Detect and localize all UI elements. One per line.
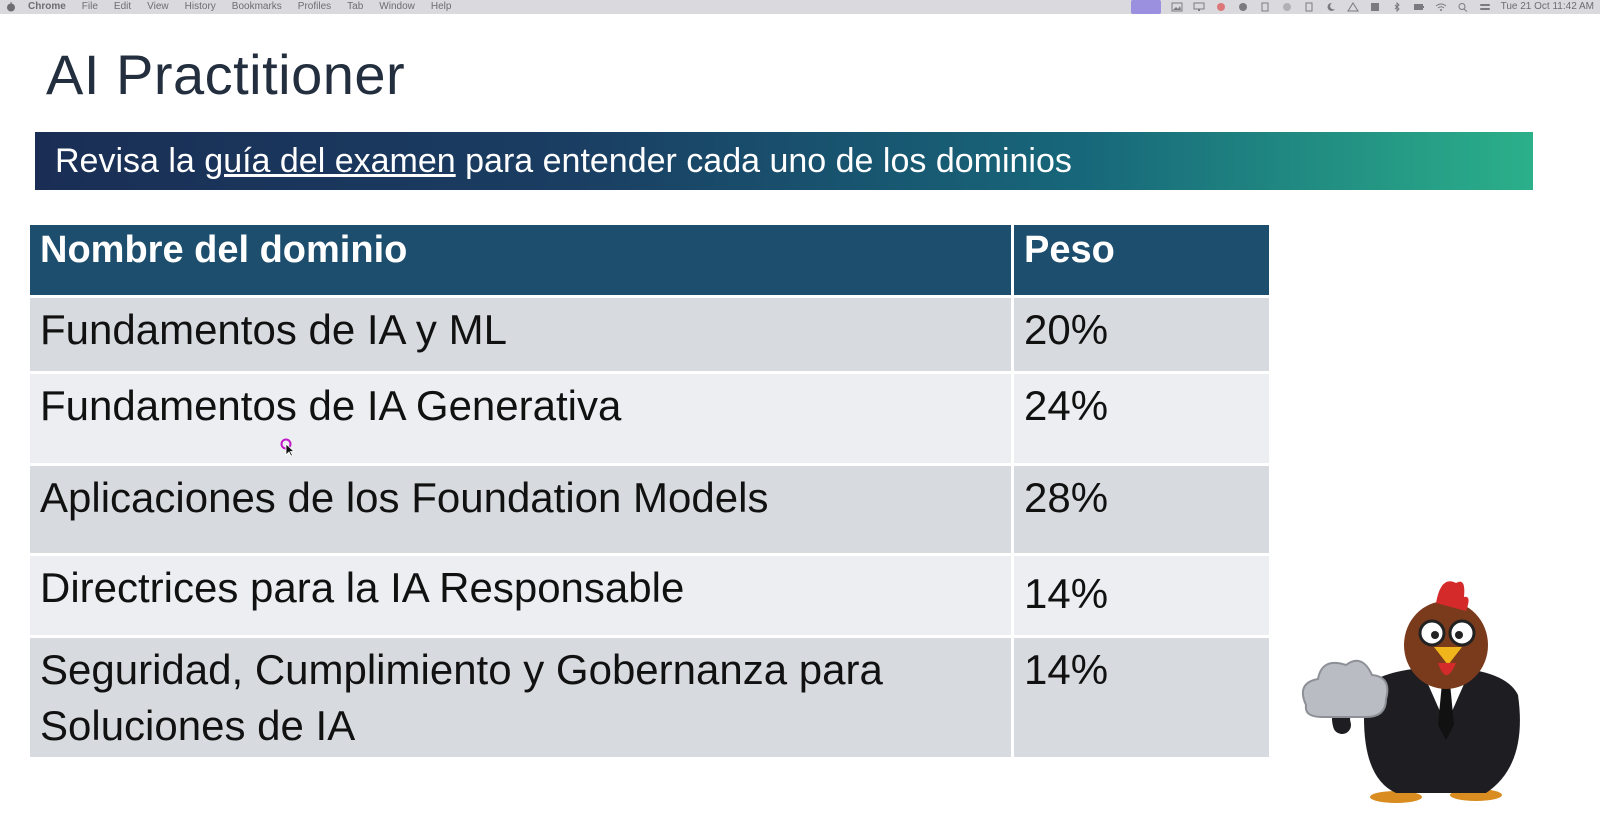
table-row: Seguridad, Cumplimiento y Gobernanza par… [27,635,1272,760]
screen-share-icon[interactable] [1130,0,1161,14]
play-icon[interactable] [1281,2,1293,12]
menu-history[interactable]: History [185,0,216,14]
menu-window[interactable]: Window [379,0,415,14]
moon-icon[interactable] [1325,2,1337,12]
table-row: Aplicaciones de los Foundation Models 28… [27,463,1272,556]
exam-guide-link[interactable]: guía del examen [204,142,455,180]
menu-edit[interactable]: Edit [114,0,131,14]
search-icon[interactable] [1457,2,1469,12]
menu-clock[interactable]: Tue 21 Oct 11:42 AM [1501,0,1594,14]
wifi-icon[interactable] [1435,2,1447,12]
domain-name-cell: Fundamentos de IA Generativa [27,371,1014,466]
slide-title: AI Practitioner [46,43,406,106]
domains-table: Nombre del dominio Peso Fundamentos de I… [27,222,1272,760]
table-row: Directrices para la IA Responsable 14% [27,553,1272,638]
exam-guide-banner: Revisa la guía del examen para entender … [35,132,1533,190]
banner-text-after: para entender cada uno de los dominios [455,142,1072,180]
header-weight: Peso [1011,222,1272,298]
domain-name-cell: Seguridad, Cumplimiento y Gobernanza par… [27,635,1014,760]
menu-tab[interactable]: Tab [347,0,363,14]
menu-view[interactable]: View [147,0,169,14]
bluetooth-icon[interactable] [1391,2,1403,12]
menu-help[interactable]: Help [431,0,452,14]
header-domain-name: Nombre del dominio [27,222,1014,298]
domain-weight-cell: 24% [1011,371,1272,466]
warning-icon[interactable] [1346,2,1359,12]
domain-weight-cell: 28% [1011,463,1272,556]
menu-profiles[interactable]: Profiles [298,0,331,14]
menu-bar: Chrome File Edit View History Bookmarks … [0,0,1600,14]
image-icon[interactable] [1171,2,1183,12]
record-icon[interactable] [1215,2,1227,12]
domain-name-cell: Fundamentos de IA y ML [27,295,1014,374]
table-header-row: Nombre del dominio Peso [27,222,1272,298]
menu-file[interactable]: File [82,0,98,14]
battery-tool-icon[interactable] [1259,2,1271,12]
table-row: Fundamentos de IA y ML 20% [27,295,1272,374]
table-row: Fundamentos de IA Generativa 24% [27,371,1272,466]
rooster-businessman-with-cloud-icon [1302,581,1520,803]
extension-icon[interactable] [1237,2,1249,12]
document-icon[interactable] [1303,2,1315,12]
menu-bookmarks[interactable]: Bookmarks [232,0,282,14]
domain-name-cell: Aplicaciones de los Foundation Models [27,463,1014,556]
domain-weight-cell: 14% [1011,553,1272,638]
apple-icon[interactable] [6,2,16,12]
mouse-pointer-icon [280,438,296,456]
display-icon[interactable] [1193,2,1205,12]
control-center-icon[interactable] [1479,2,1491,12]
calendar-icon[interactable] [1369,2,1381,12]
status-area: Tue 21 Oct 11:42 AM [1130,0,1594,14]
banner-text-before: Revisa la [55,142,205,180]
menu-app-name[interactable]: Chrome [28,0,66,14]
battery-icon[interactable] [1413,2,1425,12]
domain-weight-cell: 20% [1011,295,1272,374]
domain-weight-cell: 14% [1011,635,1272,760]
domain-name-cell: Directrices para la IA Responsable [27,553,1014,638]
